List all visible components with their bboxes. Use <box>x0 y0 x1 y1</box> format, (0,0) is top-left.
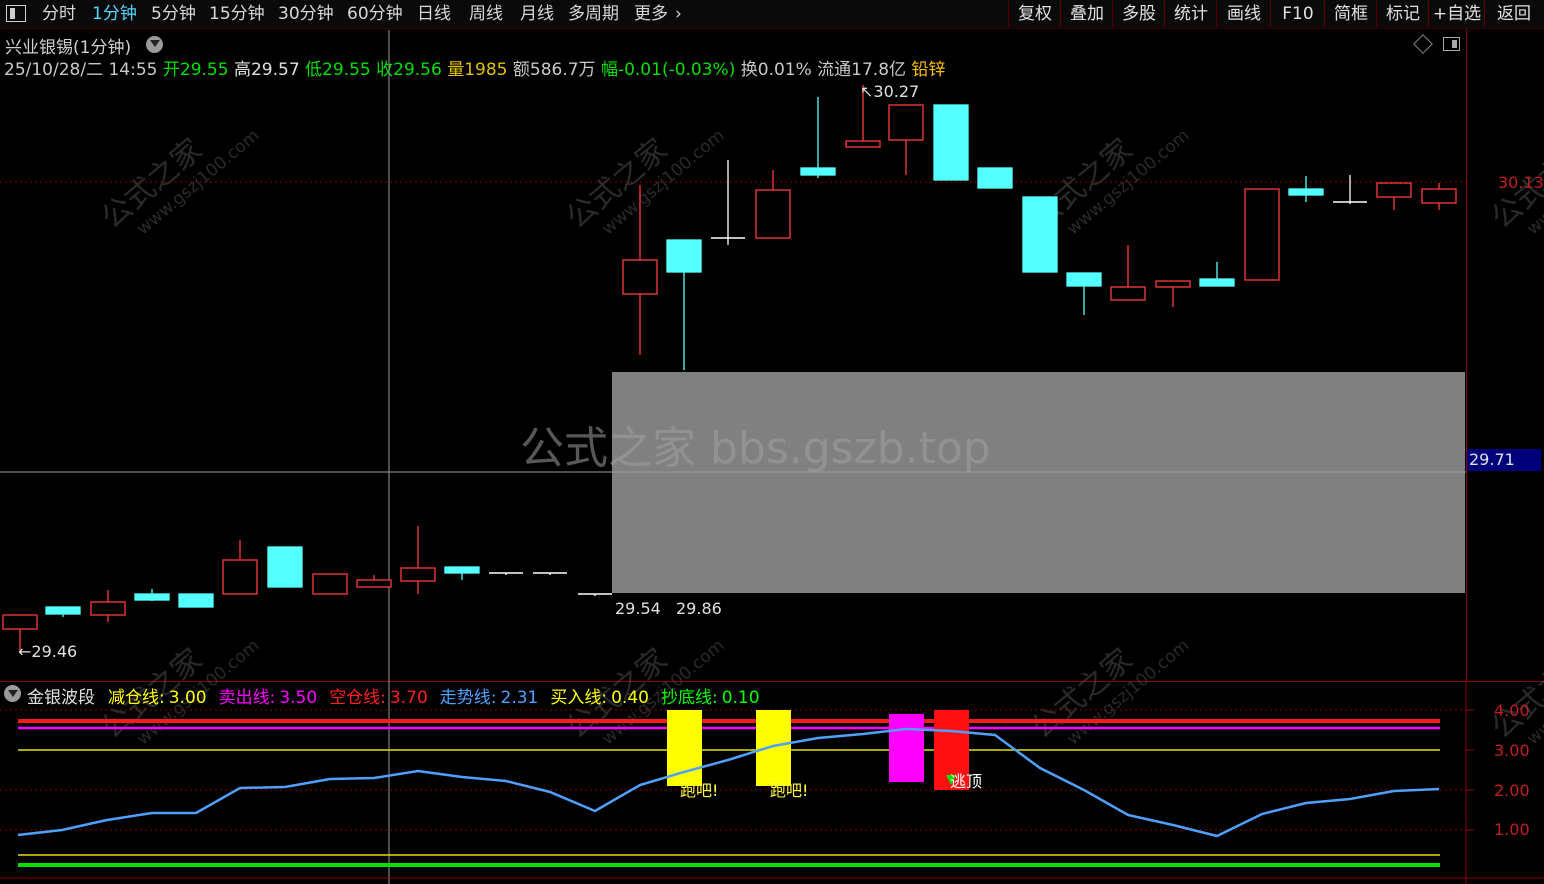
candle-body <box>755 189 791 239</box>
ind-ytick-3: 3.00 <box>1494 741 1530 760</box>
indicator-param-label: 空仓线: <box>329 688 386 708</box>
range-label-left: 29.54 <box>615 599 661 618</box>
signal-label: 跑吧! <box>680 781 719 800</box>
low-price-value: 29.46 <box>31 642 78 661</box>
ind-ytick-2: 2.00 <box>1494 781 1530 800</box>
indicator-name[interactable]: 金银波段 <box>27 683 95 708</box>
candle-body <box>666 239 702 273</box>
candle-body <box>845 140 881 148</box>
high-price-label: ↖30.27 <box>860 82 920 101</box>
indicator-param-value: 2.31 <box>500 688 539 708</box>
indicator-param-label: 卖出线: <box>218 688 276 708</box>
indicator-param-label: 抄底线: <box>660 688 718 708</box>
candle-body <box>1421 188 1457 204</box>
candle-body <box>1066 272 1102 287</box>
indicator-param-value: 0.10 <box>721 688 760 708</box>
indicator-param-value: 3.00 <box>168 688 207 708</box>
chart-canvas[interactable] <box>0 0 1544 884</box>
price-axis-label: 30.13 <box>1498 173 1544 192</box>
candle-body <box>800 167 836 176</box>
candle-body <box>1244 188 1280 281</box>
candle-body <box>2 614 38 630</box>
candle-body <box>1155 280 1191 288</box>
ind-ytick-4: 4.00 <box>1494 701 1530 720</box>
signal-label: 逃顶 <box>950 772 983 791</box>
trend-line <box>17 727 1440 838</box>
indicator-param-value: 3.70 <box>389 688 428 708</box>
candle-body <box>356 579 392 588</box>
candle-body <box>444 566 480 574</box>
candle-body <box>1288 188 1324 196</box>
signal-bar <box>756 710 791 786</box>
range-label-right: 29.86 <box>676 599 722 618</box>
ind-ytick-1: 1.00 <box>1494 820 1530 839</box>
candle-body <box>977 167 1013 189</box>
indicator-param-label: 买入线: <box>550 688 608 708</box>
candle-body <box>312 573 348 595</box>
candle-body <box>45 606 81 615</box>
candle-body <box>933 104 969 181</box>
candle-body <box>1110 286 1146 301</box>
candle-body <box>134 593 170 601</box>
high-price-value: 30.27 <box>873 82 920 101</box>
candle-body <box>90 601 126 616</box>
indicator-param-label: 走势线: <box>439 688 497 708</box>
indicator-dropdown-icon[interactable] <box>4 685 21 702</box>
signal-bar <box>889 714 924 782</box>
candle-body <box>267 546 303 588</box>
crosshair-price-tag: 29.71 <box>1467 449 1541 471</box>
candle-body <box>1376 182 1412 198</box>
signal-label: 跑吧! <box>770 781 809 800</box>
candle-body <box>400 567 436 582</box>
candle-body <box>178 593 214 608</box>
indicator-param-value: 0.40 <box>611 688 649 708</box>
indicator-param-label: 减仓线: <box>108 688 165 708</box>
indicator-params: 减仓线: 3.00 卖出线: 3.50 空仓线: 3.70 走势线: 2.31 买入线: 0.40… <box>108 683 772 708</box>
candle-body <box>222 559 258 595</box>
candle-body <box>1022 196 1058 273</box>
indicator-param-value: 3.50 <box>279 688 318 708</box>
candle-body <box>1199 278 1235 287</box>
low-price-label: ←29.46 <box>18 642 78 661</box>
candle-body <box>888 104 924 141</box>
candle-body <box>622 259 658 295</box>
